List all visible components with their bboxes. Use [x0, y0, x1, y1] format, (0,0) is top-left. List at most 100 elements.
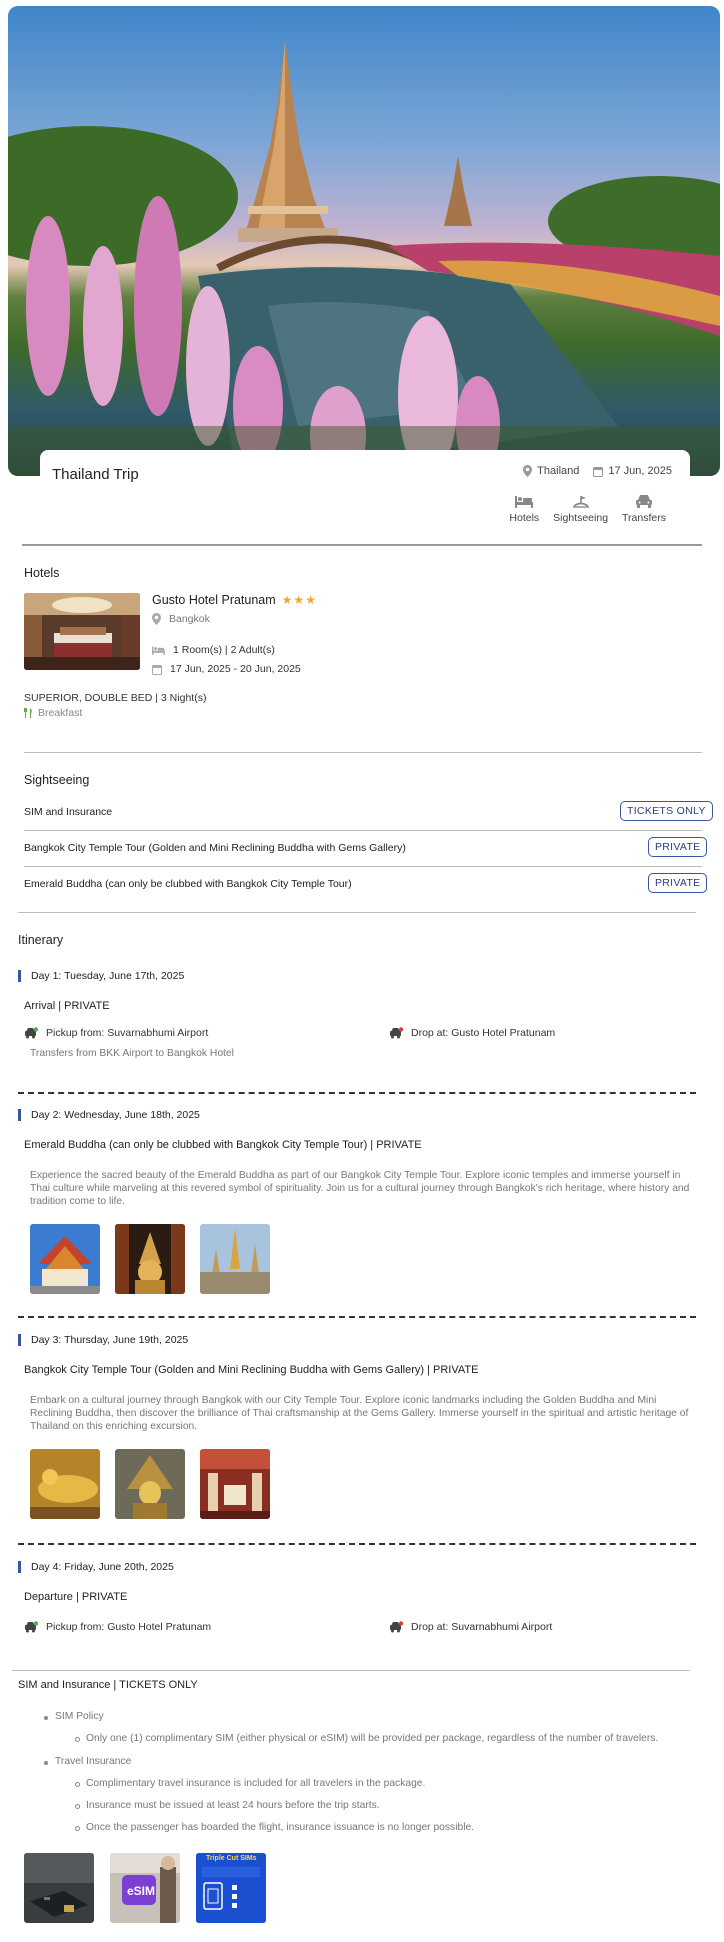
hotel-city-row: Bangkok	[152, 613, 210, 625]
sightseeing-row-divider	[24, 866, 702, 867]
service-icons: Hotels Sightseeing Transfers	[509, 494, 666, 524]
day-1-pickup-label: Pickup from: Suvarnabhumi Airport	[46, 1027, 209, 1039]
day-4-date: Day 4: Friday, June 20th, 2025	[31, 1561, 174, 1573]
bullet	[75, 1804, 80, 1809]
hotels-heading: Hotels	[24, 566, 60, 580]
day-3-description: Embark on a cultural journey through Ban…	[30, 1395, 689, 1433]
day-1-title: Arrival | PRIVATE	[24, 1000, 110, 1012]
trip-meta: Thailand 17 Jun, 2025	[523, 465, 672, 477]
itinerary-page: Thailand Trip Thailand 17 Jun, 2025 Hote…	[0, 0, 724, 1942]
hotel-city: Bangkok	[169, 613, 210, 625]
esim-photo: eSIM	[110, 1853, 180, 1923]
hotel-room-type: SUPERIOR, DOUBLE BED | 3 Night(s)	[24, 692, 207, 704]
calendar-icon	[152, 664, 162, 675]
day-3-title: Bangkok City Temple Tour (Golden and Min…	[24, 1364, 479, 1376]
service-transfers[interactable]: Transfers	[622, 494, 666, 524]
bullet	[44, 1761, 48, 1765]
esim-label: eSIM	[127, 1884, 156, 1898]
hotel-name[interactable]: Gusto Hotel Pratunam	[152, 593, 276, 607]
hotel-name-row: Gusto Hotel Pratunam ★★★	[152, 593, 317, 607]
insurance-point: Once the passenger has boarded the fligh…	[86, 1822, 475, 1833]
hotel-photo	[24, 593, 140, 670]
day-2-title: Emerald Buddha (can only be clubbed with…	[24, 1139, 422, 1151]
tickets-only-badge: TICKETS ONLY	[620, 801, 713, 821]
calendar-icon	[593, 466, 604, 477]
hotel-dates-row: 17 Jun, 2025 - 20 Jun, 2025	[152, 663, 301, 675]
pickup-car-icon	[25, 1621, 38, 1633]
travel-insurance-label: Travel Insurance	[55, 1756, 132, 1767]
day-2-date: Day 2: Wednesday, June 18th, 2025	[31, 1109, 200, 1121]
car-icon	[636, 495, 653, 508]
hotel-rooms-row: 1 Room(s) | 2 Adult(s)	[152, 644, 275, 656]
sightseeing-icon	[572, 496, 589, 508]
day-1-note: Transfers from BKK Airport to Bangkok Ho…	[30, 1048, 234, 1059]
day-marker	[18, 970, 21, 982]
triple-cut-sim-title: Triple Cut SIMs	[206, 1855, 257, 1862]
day-3-photo	[200, 1449, 270, 1519]
sightseeing-item-city-tour[interactable]: Bangkok City Temple Tour (Golden and Min…	[24, 842, 406, 854]
pickup-car-icon	[25, 1027, 38, 1039]
day-3-date: Day 3: Thursday, June 19th, 2025	[31, 1334, 189, 1346]
day-1-date: Day 1: Tuesday, June 17th, 2025	[31, 970, 185, 982]
hotel-rooms: 1 Room(s) | 2 Adult(s)	[173, 644, 275, 656]
day-4-drop: Drop at: Suvarnabhumi Airport	[389, 1621, 552, 1633]
trip-summary-card: Thailand Trip Thailand 17 Jun, 2025 Hote…	[40, 450, 690, 546]
trip-date-label: 17 Jun, 2025	[608, 465, 672, 477]
sightseeing-heading: Sightseeing	[24, 773, 90, 787]
sightseeing-row-divider	[24, 830, 702, 831]
day-4-title: Departure | PRIVATE	[24, 1591, 128, 1603]
bullet	[75, 1737, 80, 1742]
sightseeing-item-emerald[interactable]: Emerald Buddha (can only be clubbed with…	[24, 878, 352, 890]
location-pin-icon	[523, 465, 533, 477]
insurance-point: Complimentary travel insurance is includ…	[86, 1778, 426, 1789]
service-hotels-label: Hotels	[509, 512, 540, 524]
bed-icon	[515, 496, 534, 508]
trip-country: Thailand	[523, 465, 579, 477]
day-separator	[18, 1092, 696, 1094]
service-hotels[interactable]: Hotels	[509, 494, 539, 524]
itinerary-heading: Itinerary	[18, 933, 64, 947]
drop-car-icon	[390, 1027, 403, 1039]
bullet	[44, 1716, 48, 1720]
itinerary-divider	[12, 1670, 690, 1671]
hotel-meal-row: Breakfast	[24, 707, 82, 719]
sim-policy-point: Only one (1) complimentary SIM (either p…	[86, 1733, 659, 1744]
day-separator	[18, 1316, 696, 1318]
hotel-dates: 17 Jun, 2025 - 20 Jun, 2025	[170, 663, 301, 675]
fork-knife-icon	[24, 708, 32, 718]
day-2-photo	[115, 1224, 185, 1294]
day-4-pickup: Pickup from: Gusto Hotel Pratunam	[24, 1621, 211, 1633]
service-sightseeing[interactable]: Sightseeing	[553, 494, 608, 524]
service-sightseeing-label: Sightseeing	[553, 512, 609, 524]
sightseeing-divider	[18, 912, 696, 913]
trip-country-label: Thailand	[537, 465, 580, 477]
hero-image	[8, 6, 720, 476]
hotel-star-rating: ★★★	[281, 593, 317, 607]
private-badge: PRIVATE	[648, 873, 708, 893]
sim-card-photo	[24, 1853, 94, 1923]
hotels-divider	[24, 752, 702, 753]
bed-icon	[152, 646, 165, 655]
summary-divider	[22, 544, 702, 546]
day-1-drop: Drop at: Gusto Hotel Pratunam	[389, 1027, 555, 1039]
day-4-drop-label: Drop at: Suvarnabhumi Airport	[411, 1621, 553, 1633]
bullet	[75, 1826, 80, 1831]
day-3-photo	[30, 1449, 100, 1519]
bullet	[75, 1782, 80, 1787]
sim-policy-label: SIM Policy	[55, 1711, 104, 1722]
insurance-point: Insurance must be issued at least 24 hou…	[86, 1800, 380, 1811]
sightseeing-item-sim[interactable]: SIM and Insurance	[24, 806, 112, 818]
day-marker	[18, 1561, 21, 1573]
day-2-description: Experience the sacred beauty of the Emer…	[30, 1170, 690, 1208]
triple-cut-sim-photo: Triple Cut SIMs	[196, 1853, 266, 1923]
day-1-drop-label: Drop at: Gusto Hotel Pratunam	[411, 1027, 556, 1039]
trip-title: Thailand Trip	[52, 466, 139, 483]
day-1-pickup: Pickup from: Suvarnabhumi Airport	[24, 1027, 208, 1039]
day-separator	[18, 1543, 696, 1545]
location-pin-icon	[152, 613, 161, 625]
drop-car-icon	[390, 1621, 403, 1633]
service-transfers-label: Transfers	[622, 512, 666, 524]
day-4-pickup-label: Pickup from: Gusto Hotel Pratunam	[46, 1621, 212, 1633]
private-badge: PRIVATE	[648, 837, 708, 857]
day-marker	[18, 1109, 21, 1121]
